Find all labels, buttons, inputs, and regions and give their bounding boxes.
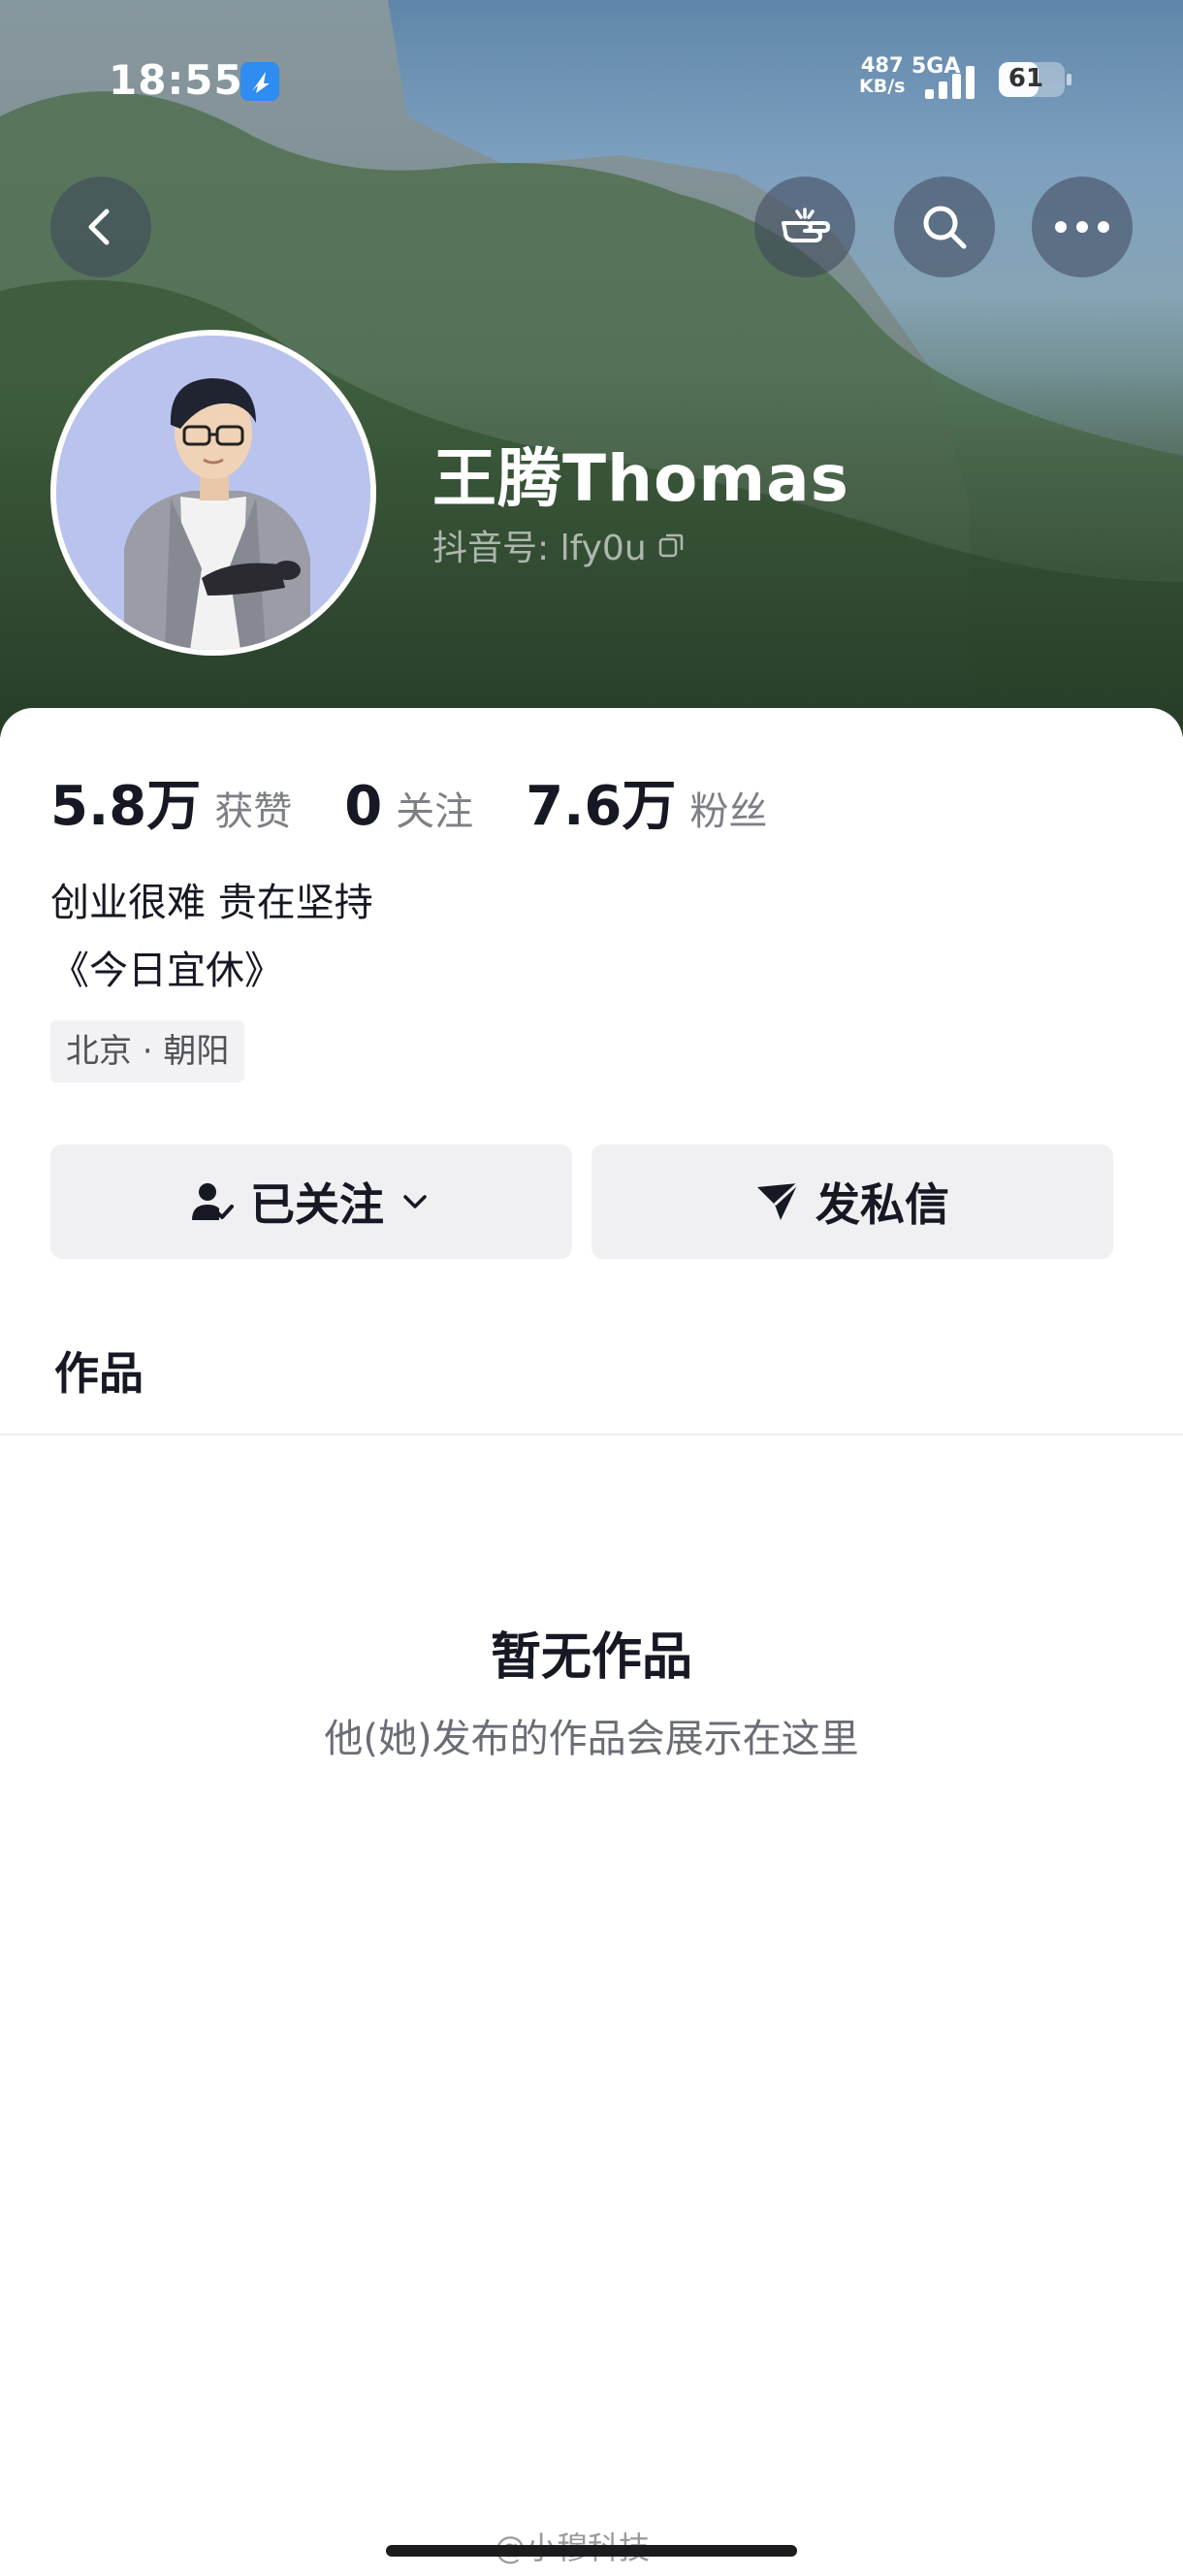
message-button[interactable]: 发私信 xyxy=(592,1144,1113,1259)
status-bar: 18:55 487 KB/s 5GA 61 xyxy=(0,0,1183,165)
more-button[interactable] xyxy=(1032,177,1133,277)
network-speed-value: 487 xyxy=(860,53,904,77)
following-label: 已关注 xyxy=(250,1178,384,1231)
avatar-illustration xyxy=(56,336,370,650)
copy-icon[interactable] xyxy=(656,531,686,560)
profile-cover: 18:55 487 KB/s 5GA 61 王腾Thomas 抖音号: lfy0… xyxy=(0,0,1183,737)
battery-cap xyxy=(1067,74,1071,85)
stat-following-label: 关注 xyxy=(396,789,474,834)
message-label: 发私信 xyxy=(815,1178,949,1231)
stat-followers-label: 粉丝 xyxy=(689,789,768,834)
battery-icon: 61 xyxy=(999,62,1065,97)
bio-line: 《今日宜休》 xyxy=(50,949,283,993)
profile-bio: 创业很难 贵在坚持 《今日宜休》 xyxy=(50,869,373,1005)
stat-following-value: 0 xyxy=(344,775,383,838)
profile-stats: 5.8万 获赞 0 关注 7.6万 粉丝 xyxy=(50,762,819,841)
profile-sheet: 5.8万 获赞 0 关注 7.6万 粉丝 创业很难 贵在坚持 《今日宜休》 北京… xyxy=(0,708,1183,2576)
douyin-id: 抖音号: lfy0u xyxy=(432,520,686,570)
stat-followers-value: 7.6万 xyxy=(526,775,677,838)
tab-divider xyxy=(0,1433,1183,1435)
empty-state-description: 他(她)发布的作品会展示在这里 xyxy=(324,1717,859,1761)
network-speed: 487 KB/s xyxy=(859,54,905,97)
stat-likes[interactable]: 5.8万 获赞 xyxy=(50,762,292,841)
douyin-id-text: 抖音号: lfy0u xyxy=(432,529,647,568)
bio-line: 创业很难 贵在坚持 xyxy=(50,881,373,925)
stat-followers[interactable]: 7.6万 粉丝 xyxy=(526,762,767,841)
avatar[interactable] xyxy=(50,330,376,656)
stat-following[interactable]: 0 关注 xyxy=(344,775,473,838)
send-icon xyxy=(757,1181,800,1220)
user-check-icon xyxy=(192,1183,234,1220)
signal-icon xyxy=(925,64,983,99)
following-button[interactable]: 已关注 xyxy=(50,1144,572,1259)
stat-likes-label: 获赞 xyxy=(214,789,293,834)
chevron-left-icon xyxy=(88,209,110,245)
app-notification-icon xyxy=(240,62,279,101)
empty-state-title: 暂无作品 xyxy=(490,1628,692,1687)
pointing-hand-icon xyxy=(782,208,830,242)
search-icon xyxy=(923,206,967,249)
network-speed-unit: KB/s xyxy=(859,76,906,97)
battery-level: 61 xyxy=(1007,64,1044,93)
search-button[interactable] xyxy=(894,177,995,277)
home-indicator[interactable] xyxy=(386,2545,797,2557)
chevron-down-icon xyxy=(403,1195,427,1208)
more-icon xyxy=(1055,221,1109,233)
stat-likes-value: 5.8万 xyxy=(50,775,202,838)
back-button[interactable] xyxy=(50,177,151,277)
location-tag: 北京 · 朝阳 xyxy=(50,1020,245,1082)
poke-button[interactable] xyxy=(754,177,855,277)
status-time: 18:55 xyxy=(109,56,243,104)
profile-name: 王腾Thomas xyxy=(432,441,849,516)
tab-works[interactable]: 作品 xyxy=(54,1338,144,1402)
